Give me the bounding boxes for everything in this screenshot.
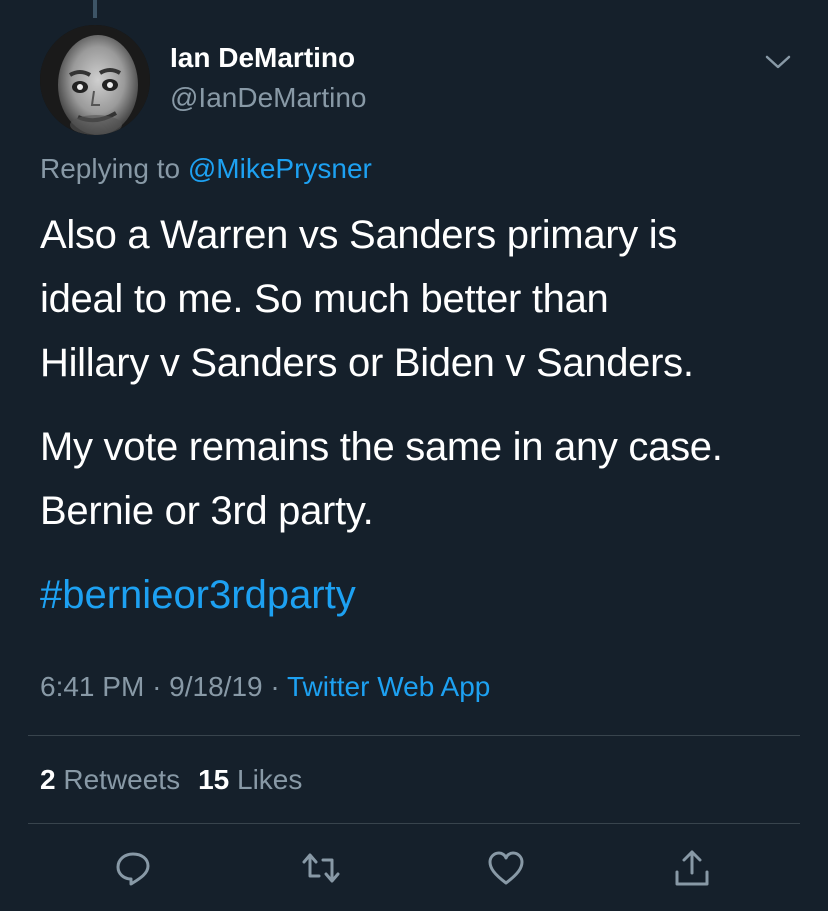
tweet-detail-view: Ian DeMartino @IanDeMartino Replying to … [0,0,828,911]
meta-separator: · [270,671,280,702]
thread-connector-line [93,0,97,18]
tweet-date[interactable]: 9/18/19 [169,671,262,702]
tweet-text-line: Hillary v Sanders or Biden v Sanders. [40,341,694,385]
chevron-down-icon[interactable] [764,52,792,72]
retweets-stat[interactable]: 2 Retweets [40,764,180,795]
likes-count: 15 [198,764,230,795]
tweet-text-line: My vote remains the same in any case. [40,425,723,469]
reply-icon[interactable] [113,848,153,888]
replying-to: Replying to @MikePrysner [40,152,372,186]
replying-to-mention[interactable]: @MikePrysner [188,153,372,184]
tweet-time[interactable]: 6:41 PM [40,671,144,702]
divider [28,823,800,824]
tweet-text-paragraph-1: Also a Warren vs Sanders primary is idea… [40,203,800,395]
likes-label: Likes [237,764,303,795]
tweet-text-line: Also a Warren vs Sanders primary is [40,213,678,257]
user-handle[interactable]: @IanDeMartino [170,82,367,114]
tweet-source-link[interactable]: Twitter Web App [287,671,490,702]
retweets-label: Retweets [63,764,181,795]
avatar-image [40,25,150,135]
tweet-text-line: ideal to me. So much better than [40,277,609,321]
avatar[interactable] [40,25,150,135]
divider [28,735,800,736]
tweet-text-line: Bernie or 3rd party. [40,489,374,533]
tweet-metadata: 6:41 PM · 9/18/19 · Twitter Web App [40,670,490,704]
tweet-text-paragraph-2: My vote remains the same in any case. Be… [40,415,800,543]
retweets-count: 2 [40,764,56,795]
likes-stat[interactable]: 15 Likes [198,764,302,795]
hashtag-link[interactable]: #bernieor3rdparty [40,565,356,625]
retweet-icon[interactable] [301,848,341,888]
heart-icon[interactable] [486,848,526,888]
replying-to-label: Replying to [40,153,181,184]
display-name[interactable]: Ian DeMartino [170,42,355,74]
meta-separator: · [152,671,162,702]
share-icon[interactable] [672,848,712,888]
engagement-stats: 2 Retweets 15 Likes [40,763,302,797]
